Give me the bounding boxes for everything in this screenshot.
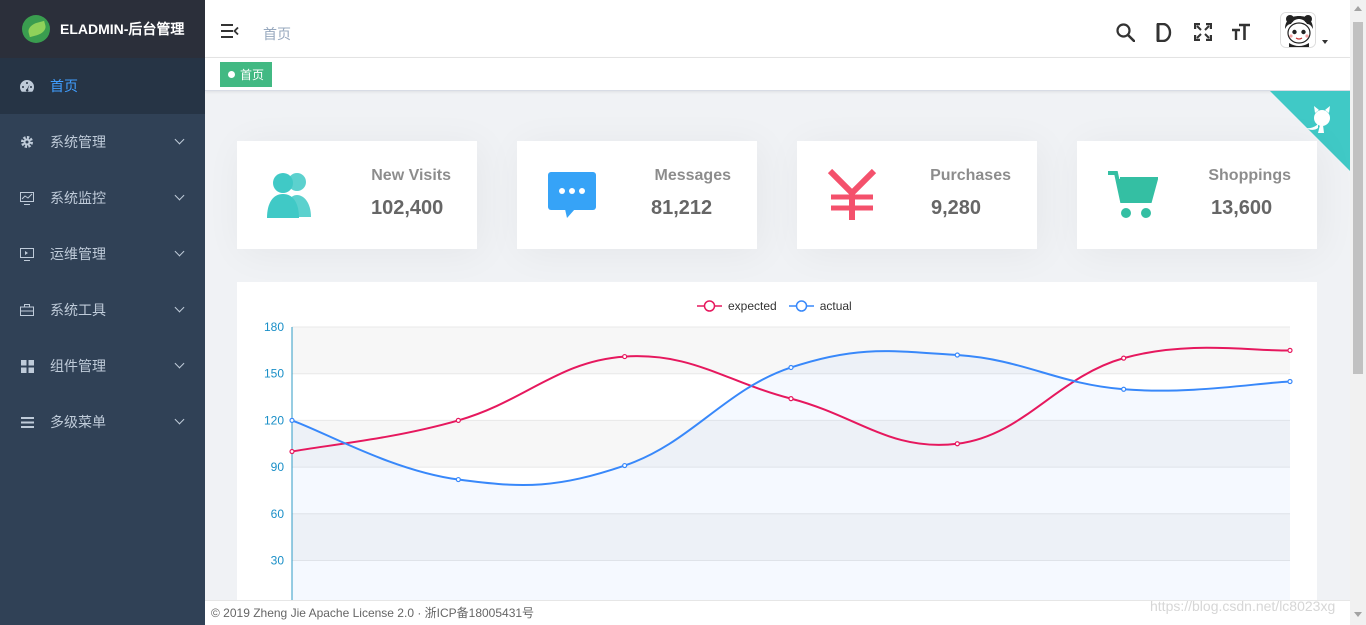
chevron-down-icon	[174, 358, 185, 369]
scroll-down-icon[interactable]	[1354, 612, 1362, 617]
legend-item-expected[interactable]: expected	[697, 299, 777, 313]
fullscreen-icon[interactable]	[1193, 22, 1213, 42]
scroll-up-icon[interactable]	[1354, 6, 1362, 11]
legend-label: actual	[819, 299, 852, 313]
data-point-actual	[788, 364, 794, 371]
sidebar-item-label: 运维管理	[50, 246, 106, 262]
message-icon	[543, 165, 601, 225]
tags-view: 首页	[205, 58, 1350, 91]
data-point-actual	[1121, 386, 1127, 392]
legend-marker-expected	[697, 300, 722, 312]
chevron-down-icon	[174, 414, 185, 425]
data-point-expected	[289, 448, 295, 455]
legend-label: expected	[728, 299, 777, 313]
monitor-icon	[20, 191, 34, 205]
data-point-actual	[1287, 378, 1293, 385]
sidebar-item-label: 首页	[50, 78, 78, 94]
stat-card-shoppings[interactable]: Shoppings 13,600	[1077, 141, 1317, 249]
data-point-expected	[788, 396, 794, 402]
data-point-actual	[289, 417, 295, 423]
dashboard-icon	[20, 79, 34, 93]
tag-label: 首页	[240, 68, 265, 82]
sidebar-item-label: 系统管理	[50, 134, 106, 150]
tag-home[interactable]: 首页	[220, 62, 273, 87]
stat-card-new-visits[interactable]: New Visits 102,400	[237, 141, 477, 249]
data-point-expected	[1287, 347, 1293, 353]
active-dot-icon	[228, 71, 235, 78]
app-title: ELADMIN-后台管理	[60, 21, 185, 37]
card-value: 13,600	[1211, 197, 1273, 219]
caret-down-icon[interactable]	[1322, 40, 1328, 44]
sidebar-item-label: 组件管理	[50, 358, 106, 374]
chevron-down-icon	[174, 190, 185, 201]
server-icon	[20, 247, 34, 261]
card-value: 9,280	[931, 197, 982, 219]
sidebar-item-multilevel-menu[interactable]: 多级菜单	[0, 394, 205, 450]
card-label: New Visits	[371, 167, 451, 184]
navbar: 首页	[205, 0, 1350, 58]
card-label: Purchases	[930, 167, 1011, 184]
chart-plot: 180 150 120 90 60 30	[264, 320, 1293, 602]
data-point-actual	[455, 476, 461, 483]
legend-item-actual[interactable]: actual	[788, 299, 852, 313]
data-point-actual	[954, 352, 960, 358]
sidebar-item-label: 系统工具	[50, 302, 106, 318]
logo-icon	[22, 15, 50, 43]
legend-marker-actual	[788, 300, 814, 312]
logo[interactable]: ELADMIN-后台管理	[0, 0, 205, 58]
chevron-down-icon	[174, 134, 185, 145]
page-scrollbar[interactable]	[1350, 0, 1366, 625]
stat-card-purchases[interactable]: Purchases 9,280	[797, 141, 1037, 249]
doc-icon[interactable]	[1154, 22, 1174, 42]
sidebar-item-ops-management[interactable]: 运维管理	[0, 226, 205, 282]
card-value: 102,400	[371, 197, 444, 219]
chart-legend: expected actual	[697, 299, 864, 313]
sidebar-item-components[interactable]: 组件管理	[0, 338, 205, 394]
card-value: 81,212	[651, 197, 713, 219]
data-point-actual	[622, 462, 628, 469]
sidebar-item-label: 多级菜单	[50, 414, 106, 430]
data-point-expected	[954, 441, 960, 447]
breadcrumb[interactable]: 首页	[263, 24, 291, 44]
data-point-expected	[622, 353, 628, 360]
stat-card-messages[interactable]: Messages 81,212	[517, 141, 757, 249]
sidebar-item-system-management[interactable]: 系统管理	[0, 114, 205, 170]
y-tick-label: 90	[271, 460, 285, 474]
data-point-expected	[455, 417, 461, 423]
y-tick-label: 120	[264, 413, 284, 427]
cart-icon	[1103, 165, 1161, 225]
y-tick-label: 180	[264, 320, 284, 334]
list-icon	[20, 415, 34, 429]
chevron-down-icon	[174, 246, 185, 257]
card-label: Messages	[654, 167, 732, 184]
font-size-icon[interactable]	[1231, 22, 1251, 42]
line-chart: expected actual 180 150 120 90 60 30	[237, 282, 1317, 602]
watermark: https://blog.csdn.net/lc8023xg	[1150, 598, 1336, 614]
chevron-down-icon	[174, 302, 185, 313]
gear-icon	[20, 135, 34, 149]
data-point-expected	[1121, 355, 1127, 361]
y-tick-label: 60	[271, 507, 285, 521]
avatar[interactable]	[1280, 12, 1316, 48]
sidebar-item-system-tools[interactable]: 系统工具	[0, 282, 205, 338]
sidebar-item-system-monitor[interactable]: 系统监控	[0, 170, 205, 226]
users-icon	[263, 165, 321, 225]
y-tick-label: 150	[264, 367, 284, 381]
sidebar-item-label: 系统监控	[50, 190, 106, 206]
footer-text: © 2019 Zheng Jie Apache License 2.0 · 浙I…	[211, 606, 535, 620]
y-tick-label: 30	[271, 554, 285, 568]
grid-icon	[20, 359, 34, 373]
card-label: Shoppings	[1208, 167, 1291, 184]
scroll-thumb[interactable]	[1353, 22, 1363, 374]
toolbox-icon	[20, 303, 34, 317]
hamburger-icon[interactable]	[221, 24, 239, 38]
search-icon[interactable]	[1115, 22, 1135, 42]
sidebar: ELADMIN-后台管理 首页 系统管理 系统监控 运维管理 系统工具 组件管理…	[0, 0, 205, 625]
yen-icon	[823, 165, 881, 225]
sidebar-item-home[interactable]: 首页	[0, 58, 205, 114]
